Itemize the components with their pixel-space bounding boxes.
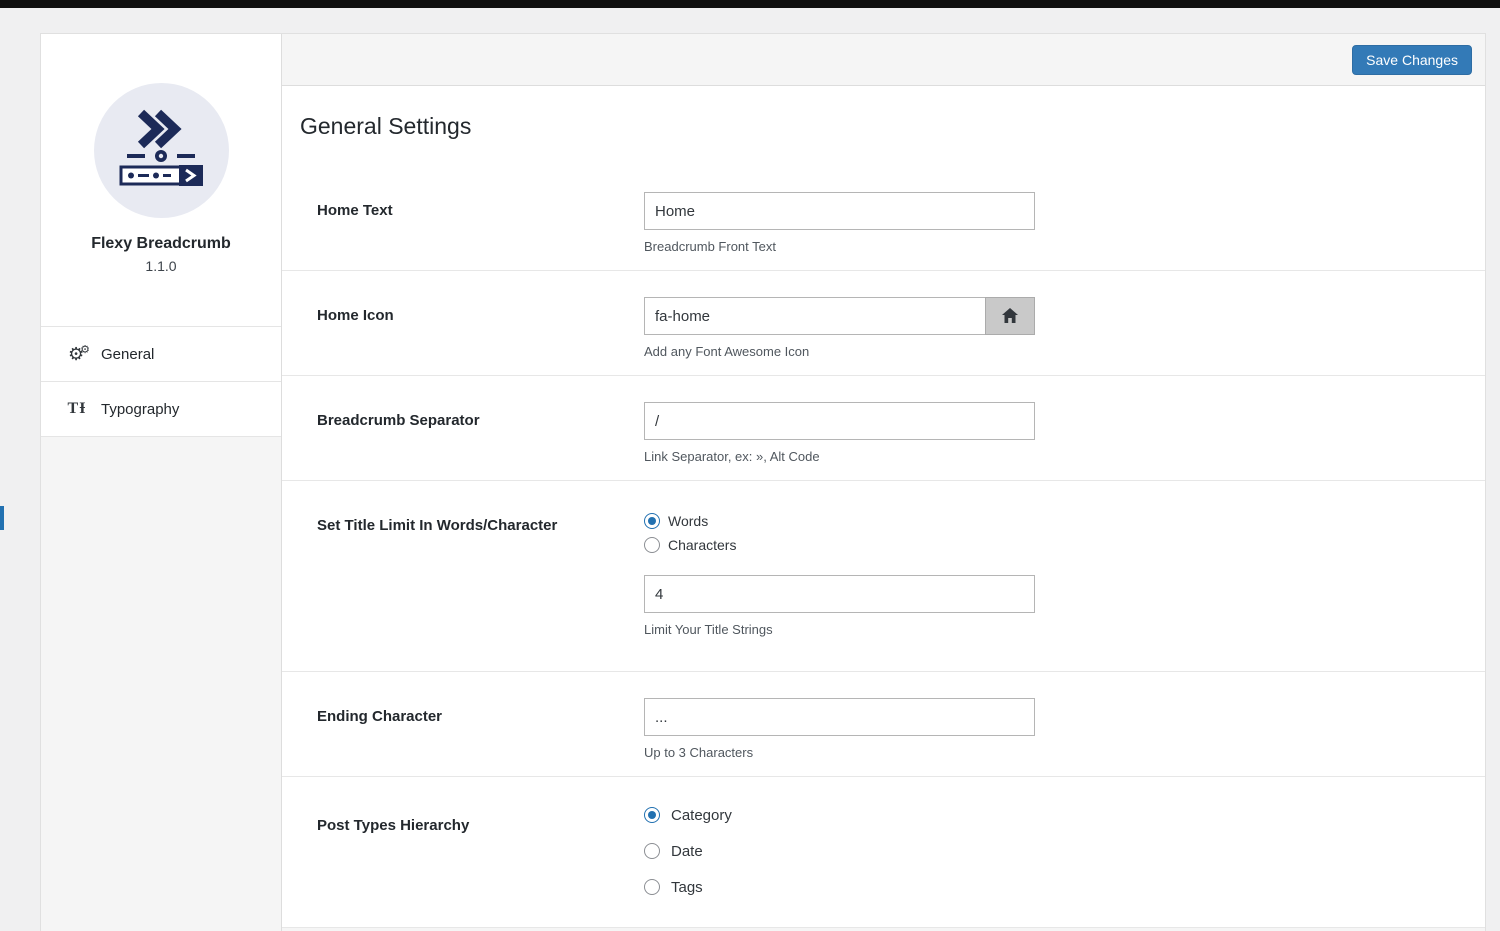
home-icon-preview-button[interactable] [985, 297, 1035, 335]
form-row-separator: Breadcrumb Separator Link Separator, ex:… [282, 376, 1485, 481]
radio-selected-icon [644, 513, 660, 529]
separator-input[interactable] [644, 402, 1035, 440]
text-height-icon: TƗ [67, 400, 87, 418]
radio-selected-icon [644, 807, 660, 823]
sidebar-filler [41, 437, 281, 931]
plugin-name: Flexy Breadcrumb [41, 235, 281, 253]
home-text-input[interactable] [644, 192, 1035, 230]
home-icon [1001, 307, 1019, 325]
form-row-title-limit: Set Title Limit In Words/Character Words… [282, 481, 1485, 672]
field-help-home-icon: Add any Font Awesome Icon [644, 344, 1035, 359]
tab-label: Typography [101, 401, 179, 418]
form-row-ending-character: Ending Character Up to 3 Characters [282, 672, 1485, 777]
field-help-ending-character: Up to 3 Characters [644, 745, 1035, 760]
radio-unselected-icon [644, 843, 660, 859]
radio-option-characters[interactable]: Characters [644, 537, 1035, 553]
general-settings-form: General Settings Home Text Breadcrumb Fr… [282, 86, 1485, 928]
form-row-home-icon: Home Icon Add any Font Awesome Icon [282, 271, 1485, 376]
radio-option-words[interactable]: Words [644, 513, 1035, 529]
form-row-home-text: Home Text Breadcrumb Front Text [282, 166, 1485, 271]
home-icon-input[interactable] [644, 297, 985, 335]
radio-unselected-icon [644, 879, 660, 895]
top-toolbar: Save Changes [282, 34, 1485, 86]
settings-tabs: ⚙⚙ General TƗ Typography [41, 326, 281, 437]
plugin-header: Flexy Breadcrumb 1.1.0 [41, 34, 281, 274]
radio-option-category[interactable]: Category [644, 803, 732, 827]
admin-top-bar [0, 0, 1500, 8]
field-help-title-limit: Limit Your Title Strings [644, 622, 1035, 637]
radio-label-characters: Characters [668, 537, 736, 553]
main-panel: Save Changes General Settings Home Text … [282, 34, 1485, 931]
plugin-settings-panel: Flexy Breadcrumb 1.1.0 ⚙⚙ General TƗ Typ… [40, 33, 1486, 931]
sidebar: Flexy Breadcrumb 1.1.0 ⚙⚙ General TƗ Typ… [41, 34, 282, 931]
radio-label-words: Words [668, 513, 708, 529]
cogs-icon: ⚙⚙ [67, 343, 87, 365]
radio-label-category: Category [671, 807, 732, 824]
ending-character-input[interactable] [644, 698, 1035, 736]
radio-unselected-icon [644, 537, 660, 553]
radio-option-tags[interactable]: Tags [644, 875, 732, 899]
plugin-version: 1.1.0 [41, 258, 281, 274]
admin-menu-accent [0, 506, 4, 530]
field-label-home-icon: Home Icon [317, 297, 644, 359]
field-label-ending-character: Ending Character [317, 698, 644, 760]
field-label-separator: Breadcrumb Separator [317, 402, 644, 464]
field-label-title-limit: Set Title Limit In Words/Character [317, 513, 644, 637]
field-label-home-text: Home Text [317, 192, 644, 254]
field-help-home-text: Breadcrumb Front Text [644, 239, 1035, 254]
plugin-logo [94, 83, 229, 218]
breadcrumb-logo-icon [111, 101, 211, 201]
home-icon-input-group [644, 297, 1035, 335]
tab-general[interactable]: ⚙⚙ General [41, 327, 281, 382]
field-label-post-types: Post Types Hierarchy [317, 803, 644, 911]
tab-label: General [101, 346, 154, 363]
save-changes-button[interactable]: Save Changes [1352, 45, 1472, 75]
field-help-separator: Link Separator, ex: », Alt Code [644, 449, 1035, 464]
title-limit-input[interactable] [644, 575, 1035, 613]
form-row-post-types: Post Types Hierarchy Category Date Tags [282, 777, 1485, 928]
radio-label-tags: Tags [671, 879, 703, 896]
tab-typography[interactable]: TƗ Typography [41, 382, 281, 437]
radio-option-date[interactable]: Date [644, 839, 732, 863]
page-title: General Settings [282, 86, 1485, 140]
radio-label-date: Date [671, 843, 703, 860]
